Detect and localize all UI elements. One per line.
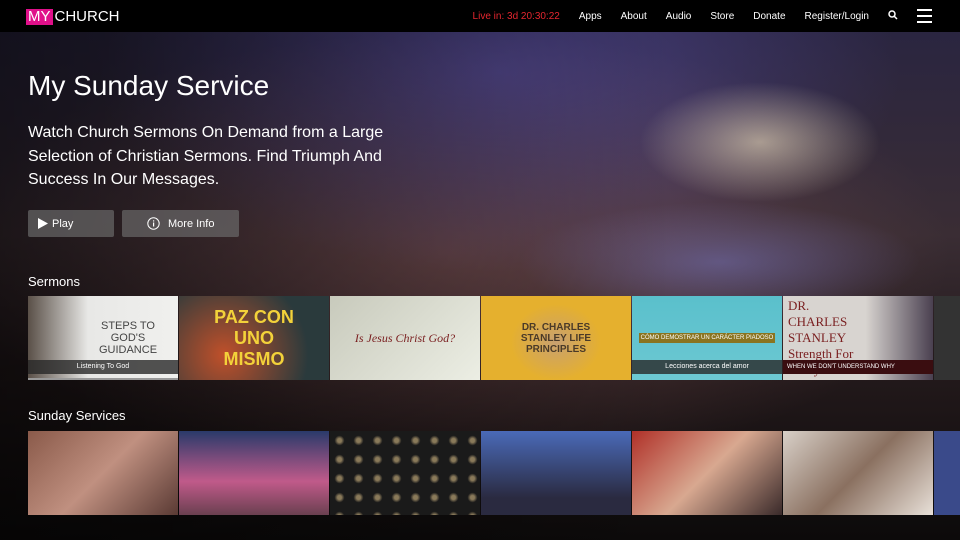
nav-apps[interactable]: Apps <box>579 11 602 22</box>
more-info-label: More Info <box>168 217 215 230</box>
sermon-tile-partial[interactable] <box>934 296 960 380</box>
more-info-button[interactable]: More Info <box>122 210 239 237</box>
logo-church: CHURCH <box>54 8 120 25</box>
tile-title: STEPS TO GOD'S GUIDANCE <box>98 320 158 356</box>
nav-audio[interactable]: Audio <box>666 11 692 22</box>
sermon-tile[interactable]: STEPS TO GOD'S GUIDANCE Listening To God <box>28 296 178 380</box>
logo[interactable]: MY CHURCH <box>26 8 120 25</box>
sermon-tile[interactable]: PAZ CON UNO MISMO <box>179 296 329 380</box>
tile-caption: WHEN WE DON'T UNDERSTAND WHY <box>783 360 933 374</box>
live-countdown[interactable]: Live in: 3d 20:30:22 <box>473 11 560 22</box>
nav-about[interactable]: About <box>621 11 647 22</box>
watch-progress-bar <box>28 378 178 380</box>
tile-title: DR. CHARLES STANLEY LIFE PRINCIPLES <box>520 321 592 355</box>
top-nav: MY CHURCH Live in: 3d 20:30:22 Apps About… <box>0 0 960 32</box>
tile-title: PAZ CON UNO MISMO <box>214 306 294 369</box>
nav-donate[interactable]: Donate <box>753 11 785 22</box>
search-icon[interactable] <box>888 9 898 23</box>
sermons-row: STEPS TO GOD'S GUIDANCE Listening To God… <box>28 296 960 380</box>
nav-store[interactable]: Store <box>710 11 734 22</box>
services-row <box>28 431 960 515</box>
tile-caption: Lecciones acerca del amor <box>632 360 782 374</box>
tile-caption: Listening To God <box>28 360 178 374</box>
logo-my: MY <box>26 7 53 25</box>
service-tile[interactable] <box>179 431 329 515</box>
tile-title: Is Jesus Christ God? <box>354 330 456 345</box>
hero-description: Watch Church Sermons On Demand from a La… <box>28 124 384 188</box>
nav-register-login[interactable]: Register/Login <box>805 11 869 22</box>
service-tile[interactable] <box>783 431 933 515</box>
service-tile[interactable] <box>632 431 782 515</box>
play-label: Play <box>52 217 74 230</box>
service-tile-partial[interactable] <box>934 431 960 515</box>
hamburger-menu-icon[interactable] <box>917 9 932 23</box>
play-button[interactable]: Play <box>28 210 114 237</box>
page-title: My Sunday Service <box>28 70 270 101</box>
info-icon <box>147 217 160 230</box>
service-tile[interactable] <box>28 431 178 515</box>
sermons-heading: Sermons <box>28 274 81 289</box>
sermon-tile[interactable]: DR. CHARLES STANLEY LIFE PRINCIPLES <box>481 296 631 380</box>
tile-title: CÓMO DEMOSTRAR UN CARÁCTER PIADOSO <box>638 333 776 343</box>
sermon-tile[interactable]: CÓMO DEMOSTRAR UN CARÁCTER PIADOSO Lecci… <box>632 296 782 380</box>
sermon-tile[interactable]: Is Jesus Christ God? <box>330 296 480 380</box>
sermon-tile[interactable]: DR. CHARLES STANLEY Strength For Today W… <box>783 296 933 380</box>
play-icon <box>38 218 48 229</box>
service-tile[interactable] <box>481 431 631 515</box>
service-tile[interactable] <box>330 431 480 515</box>
sunday-services-heading: Sunday Services <box>28 408 126 423</box>
